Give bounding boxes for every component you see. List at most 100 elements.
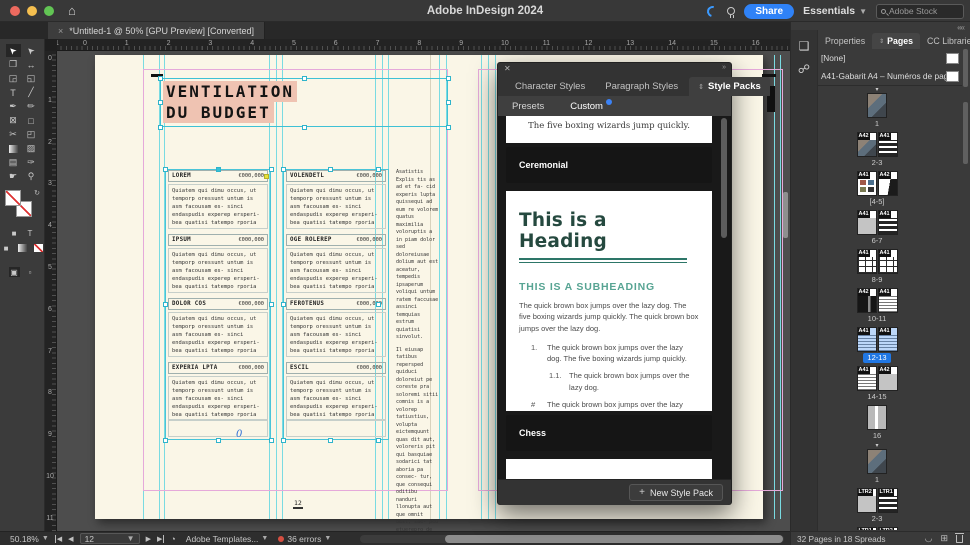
selection-handle[interactable]: [375, 166, 381, 172]
spread-item[interactable]: A41 A41 6-7: [818, 210, 936, 246]
pencil-tool-icon[interactable]: ✏: [24, 100, 39, 113]
first-spread-button[interactable]: ◀: [54, 534, 62, 543]
tab-cc-libraries[interactable]: CC Librarie: [920, 33, 970, 49]
vertical-ruler[interactable]: 0 1 2 3 4 5 6 7 8 9 10 11: [45, 51, 57, 531]
selection-handle[interactable]: [375, 302, 381, 307]
page-tool-icon[interactable]: ❐: [6, 58, 21, 71]
page-thumbnail[interactable]: LTR2: [877, 527, 898, 530]
page-number-dropdown[interactable]: 12 ▼: [79, 533, 140, 544]
spread-item[interactable]: A41 A41 12-13: [818, 327, 936, 363]
page-thumbnail[interactable]: A42: [856, 132, 877, 157]
close-window-button[interactable]: [10, 5, 20, 16]
selection-handle[interactable]: [375, 437, 381, 443]
masters-scrollbar[interactable]: [963, 49, 968, 87]
page-thumbnail[interactable]: A42: [856, 288, 877, 313]
spread-item[interactable]: 16: [818, 405, 936, 441]
swap-fill-stroke-icon[interactable]: ↻: [34, 189, 40, 197]
formatting-affects-container-button[interactable]: ■: [9, 228, 20, 238]
panel-header[interactable]: ✕ »: [498, 63, 731, 75]
note-tool-icon[interactable]: ▤: [6, 156, 21, 169]
home-icon[interactable]: ⌂: [68, 0, 76, 22]
subtab-custom[interactable]: Custom: [570, 98, 612, 112]
selection-handle[interactable]: [268, 302, 274, 307]
spread-item[interactable]: A42 A41 10-11: [818, 288, 936, 324]
selection-handle[interactable]: [301, 75, 307, 81]
selection-handle[interactable]: [268, 437, 274, 443]
type-tool-icon[interactable]: T: [6, 86, 21, 99]
stock-search-box[interactable]: [876, 3, 964, 19]
page-thumbnail[interactable]: A41: [856, 249, 877, 274]
content-collector-tool-icon[interactable]: ◲: [6, 72, 21, 85]
ruler-origin-corner[interactable]: [45, 39, 57, 51]
style-pack-chess[interactable]: Chess: [506, 415, 712, 451]
spread-item[interactable]: A41 A41 8-9: [818, 249, 936, 285]
last-spread-button[interactable]: ▶: [157, 534, 165, 543]
style-pack-preview-next[interactable]: [506, 459, 712, 479]
page-thumbnail[interactable]: A42: [877, 171, 898, 196]
pen-tool-icon[interactable]: ✒: [6, 100, 21, 113]
pages-scrollbar[interactable]: [963, 102, 968, 164]
hand-tool-icon[interactable]: ☛: [6, 170, 21, 183]
page-thumbnail[interactable]: A41: [877, 210, 898, 235]
canvas-vertical-scrollbar[interactable]: [783, 192, 788, 238]
page-thumbnail[interactable]: [867, 405, 887, 430]
page-thumbnail[interactable]: A41: [877, 132, 898, 157]
selection-handle[interactable]: [280, 166, 286, 172]
tab-properties[interactable]: Properties: [818, 33, 872, 49]
apply-gradient-button[interactable]: [17, 243, 28, 253]
apply-color-button[interactable]: ■: [1, 243, 12, 253]
tab-style-packs[interactable]: ⇕ Style Packs: [689, 77, 770, 96]
zoom-window-button[interactable]: [44, 5, 54, 16]
page-thumbnail[interactable]: [867, 93, 887, 118]
new-spread-icon[interactable]: ⊞: [940, 533, 948, 544]
gradient-feather-tool-icon[interactable]: ▨: [24, 142, 39, 155]
zoom-level-dropdown[interactable]: 50.18% ▼: [10, 534, 49, 544]
free-transform-tool-icon[interactable]: ◰: [24, 128, 39, 141]
selection-handle[interactable]: [301, 124, 307, 130]
style-pack-preview-top[interactable]: The five boxing wizards jump quickly.: [506, 116, 712, 143]
page-thumbnail[interactable]: A41: [856, 171, 877, 196]
previous-page-button[interactable]: ◀: [68, 535, 73, 543]
page-thumbnail[interactable]: [867, 449, 887, 474]
selection-handle[interactable]: [215, 166, 221, 172]
horizontal-scrollbar-thumb[interactable]: [445, 535, 783, 543]
spread-item[interactable]: A41 A42 14-15: [818, 366, 936, 402]
style-pack-ceremonial[interactable]: Ceremonial: [506, 147, 712, 183]
selection-handle[interactable]: [157, 124, 163, 130]
panel-scrollbar[interactable]: [721, 118, 727, 238]
master-row-none[interactable]: [None]: [818, 49, 962, 67]
stock-search-input[interactable]: [889, 6, 959, 16]
spread-item[interactable]: LTR1 LTR2: [818, 527, 936, 530]
selection-tool-icon[interactable]: ➤: [5, 44, 21, 57]
spread-item[interactable]: A41 A42 [4-5]: [818, 171, 936, 207]
gradient-swatch-tool-icon[interactable]: [6, 142, 21, 155]
frame-tool-icon[interactable]: ⊠: [6, 114, 21, 127]
pages-list[interactable]: ▾ 1 A42 A41 2-3 A41 A42 [4-5] A41 A41 6-7 A41 A41 8-9…: [818, 88, 936, 530]
selection-handle[interactable]: [445, 75, 451, 81]
page-thumbnail[interactable]: A41: [877, 249, 898, 274]
screen-mode-button[interactable]: ▣: [8, 267, 20, 277]
edit-page-size-icon[interactable]: ◡: [925, 533, 933, 544]
page-thumbnail[interactable]: A41: [877, 288, 898, 313]
selection-handle[interactable]: [162, 437, 168, 443]
eyedropper-tool-icon[interactable]: ✑: [24, 156, 39, 169]
links-icon[interactable]: ☍: [791, 62, 817, 76]
page-thumbnail[interactable]: LTR2: [856, 488, 877, 513]
selection-handle[interactable]: [215, 437, 221, 443]
next-page-button[interactable]: ▶: [146, 535, 151, 543]
fill-swatch-none[interactable]: [5, 190, 21, 206]
formatting-affects-text-button[interactable]: T: [25, 228, 36, 238]
style-pack-preview-card[interactable]: This is a Heading THIS IS A SUBHEADING T…: [506, 191, 712, 411]
layers-icon[interactable]: ❑: [791, 39, 817, 53]
horizontal-ruler[interactable]: 1012345678910111213141516: [45, 39, 790, 51]
selection-handle[interactable]: [328, 437, 333, 443]
selection-handle[interactable]: [445, 100, 451, 105]
master-row-a41[interactable]: A41-Gabarit A4 – Numéros de page noirs: [818, 67, 962, 85]
zoom-tool-icon[interactable]: ⚲: [24, 170, 39, 183]
spread-item[interactable]: ▾ 1: [818, 443, 936, 485]
rectangle-tool-icon[interactable]: □: [24, 114, 39, 127]
normal-view-button[interactable]: ▫: [25, 267, 36, 277]
apply-none-button[interactable]: [33, 243, 44, 253]
page-thumbnail[interactable]: A41: [856, 327, 877, 352]
page-thumbnail[interactable]: A41: [877, 327, 898, 352]
